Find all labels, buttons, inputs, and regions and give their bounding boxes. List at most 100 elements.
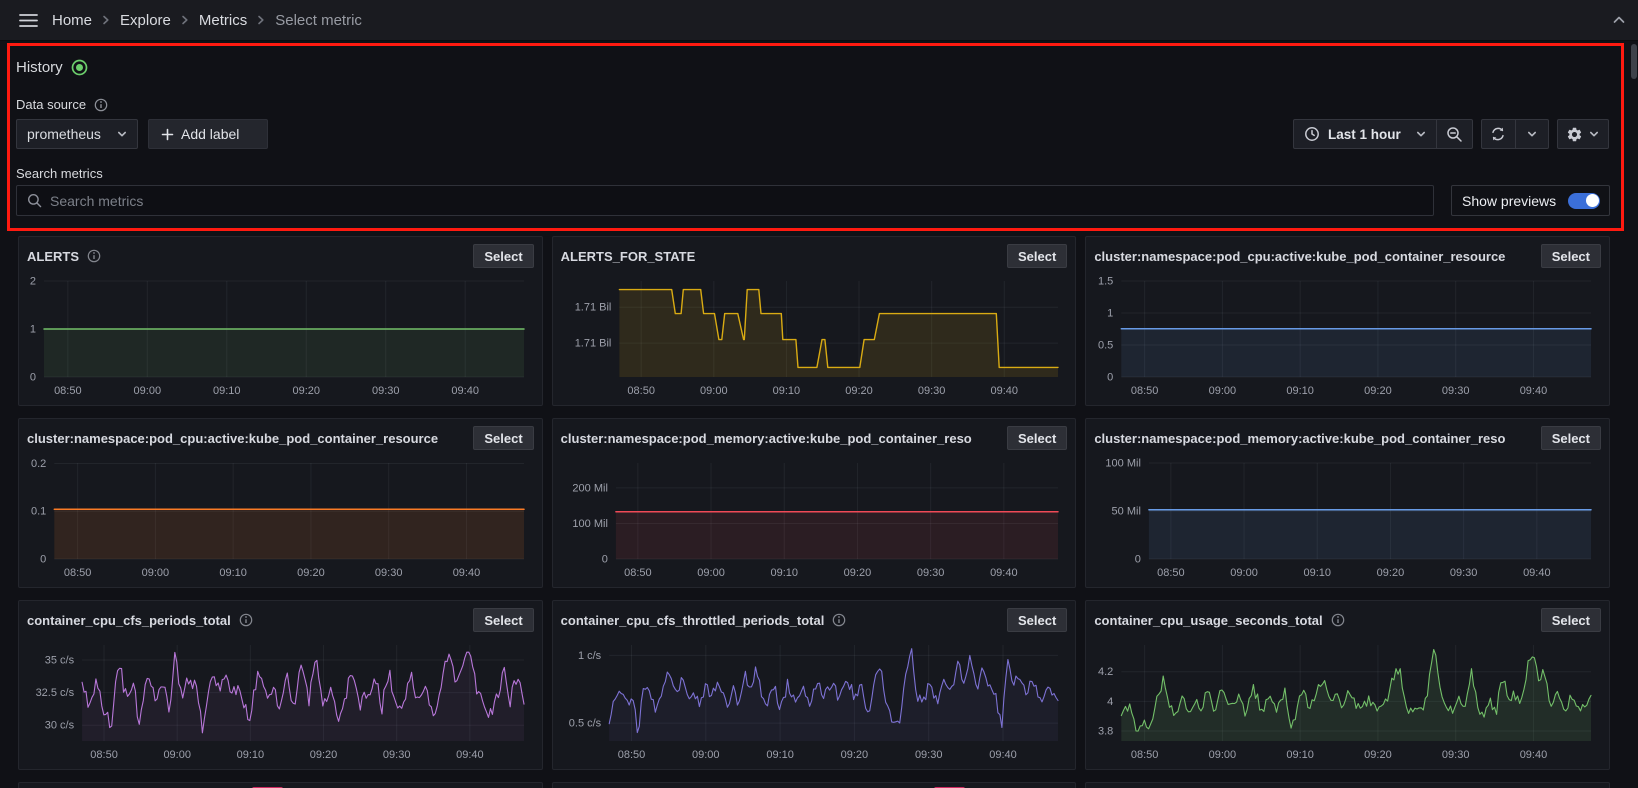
svg-text:09:40: 09:40 bbox=[990, 385, 1018, 397]
panel-title: ALERTS bbox=[27, 249, 79, 264]
settings-button[interactable] bbox=[1557, 119, 1609, 149]
top-nav-bar: Home Explore Metrics Select metric bbox=[0, 0, 1638, 41]
refresh-group bbox=[1481, 119, 1549, 149]
history-status-icon[interactable] bbox=[71, 59, 88, 76]
panel-header: ALERTS_FOR_STATE Select bbox=[553, 237, 1076, 268]
breadcrumb-home[interactable]: Home bbox=[52, 12, 92, 29]
metric-preview-chart: 08:5009:0009:1009:2009:3009:404.243.8 bbox=[1086, 635, 1609, 767]
select-button[interactable]: Select bbox=[1007, 244, 1067, 268]
svg-text:35 c/s: 35 c/s bbox=[45, 655, 75, 667]
svg-text:4.2: 4.2 bbox=[1098, 666, 1113, 678]
svg-text:09:00: 09:00 bbox=[692, 749, 720, 761]
svg-text:09:20: 09:20 bbox=[1377, 567, 1405, 579]
select-button[interactable]: Select bbox=[1007, 608, 1067, 632]
scrollbar-thumb[interactable] bbox=[1631, 44, 1637, 79]
zoom-out-time-button[interactable] bbox=[1437, 120, 1472, 148]
metric-panel: container_cpu_usage_seconds_total Select… bbox=[1085, 600, 1610, 770]
panel-title: cluster:namespace:pod_cpu:active:kube_po… bbox=[27, 431, 438, 446]
svg-text:1: 1 bbox=[30, 324, 36, 336]
show-previews-toggle[interactable] bbox=[1568, 193, 1600, 209]
svg-text:09:30: 09:30 bbox=[1442, 749, 1470, 761]
svg-text:09:00: 09:00 bbox=[142, 567, 170, 579]
metric-preview-chart: 08:5009:0009:1009:2009:3009:40200 Mil100… bbox=[553, 453, 1076, 585]
time-range-picker[interactable]: Last 1 hour bbox=[1294, 120, 1436, 148]
svg-text:2: 2 bbox=[30, 276, 36, 288]
grafana-metrics-select-page: {"nav":{"breadcrumbs":[{"label":"Home","… bbox=[0, 0, 1638, 788]
svg-text:0.5: 0.5 bbox=[1098, 340, 1113, 352]
select-button[interactable]: Select bbox=[1007, 426, 1067, 450]
svg-text:08:50: 08:50 bbox=[617, 749, 645, 761]
svg-text:09:40: 09:40 bbox=[453, 567, 481, 579]
info-icon[interactable] bbox=[832, 613, 846, 627]
svg-text:09:30: 09:30 bbox=[915, 749, 943, 761]
svg-text:09:20: 09:20 bbox=[1364, 385, 1392, 397]
svg-text:3.8: 3.8 bbox=[1098, 726, 1113, 738]
refresh-interval-dropdown[interactable] bbox=[1516, 120, 1549, 148]
svg-text:09:10: 09:10 bbox=[766, 749, 794, 761]
svg-text:32.5 c/s: 32.5 c/s bbox=[36, 687, 75, 699]
panel-title: ALERTS_FOR_STATE bbox=[561, 249, 696, 264]
panel-header: container_cpu_cfs_throttled_periods_tota… bbox=[553, 601, 1076, 632]
chevron-right-icon bbox=[256, 14, 266, 26]
svg-text:08:50: 08:50 bbox=[627, 385, 655, 397]
svg-text:4: 4 bbox=[1108, 696, 1114, 708]
breadcrumb-metrics[interactable]: Metrics bbox=[199, 12, 247, 29]
gear-icon bbox=[1566, 126, 1583, 143]
history-row: History bbox=[16, 59, 88, 76]
metric-panel: ALERTS_FOR_STATE Select 08:5009:0009:100… bbox=[552, 236, 1077, 406]
select-button[interactable]: Select bbox=[473, 244, 533, 268]
svg-text:09:40: 09:40 bbox=[456, 749, 484, 761]
svg-text:09:30: 09:30 bbox=[917, 567, 945, 579]
toggle-knob bbox=[1586, 194, 1599, 207]
breadcrumb-explore[interactable]: Explore bbox=[120, 12, 171, 29]
svg-text:100 Mil: 100 Mil bbox=[1106, 458, 1141, 470]
svg-text:09:40: 09:40 bbox=[1520, 385, 1548, 397]
metric-preview-chart: 08:5009:0009:1009:2009:3009:400.20.10 bbox=[19, 453, 542, 585]
select-button[interactable]: Select bbox=[473, 608, 533, 632]
info-icon[interactable] bbox=[239, 613, 253, 627]
panel-header: cluster:namespace:pod_cpu:active:kube_po… bbox=[1086, 237, 1609, 268]
svg-text:09:00: 09:00 bbox=[697, 567, 725, 579]
panel-header: container_cpu_cfs_periods_total Select bbox=[19, 601, 542, 632]
select-button[interactable]: Select bbox=[473, 426, 533, 450]
svg-text:100 Mil: 100 Mil bbox=[572, 518, 607, 530]
svg-text:200 Mil: 200 Mil bbox=[572, 482, 607, 494]
breadcrumb: Home Explore Metrics Select metric bbox=[52, 12, 362, 29]
svg-text:09:20: 09:20 bbox=[840, 749, 868, 761]
svg-text:09:40: 09:40 bbox=[451, 385, 479, 397]
add-label-button[interactable]: Add label bbox=[148, 119, 268, 149]
svg-text:09:10: 09:10 bbox=[770, 567, 798, 579]
svg-text:09:00: 09:00 bbox=[700, 385, 728, 397]
panel-title: container_cpu_cfs_periods_total bbox=[27, 613, 231, 628]
info-icon[interactable] bbox=[87, 249, 101, 263]
refresh-button[interactable] bbox=[1482, 120, 1515, 148]
select-button[interactable]: Select bbox=[1541, 426, 1601, 450]
svg-text:0: 0 bbox=[1135, 554, 1141, 566]
metric-preview-chart: 08:5009:0009:1009:2009:3009:40210 bbox=[19, 271, 542, 403]
search-icon bbox=[27, 193, 42, 208]
svg-text:09:40: 09:40 bbox=[1520, 749, 1548, 761]
svg-text:09:40: 09:40 bbox=[1523, 567, 1551, 579]
svg-text:09:30: 09:30 bbox=[383, 749, 411, 761]
query-controls-section: History Data source prometheus Add label bbox=[0, 42, 1638, 232]
select-button[interactable]: Select bbox=[1541, 608, 1601, 632]
svg-text:09:20: 09:20 bbox=[310, 749, 338, 761]
search-input[interactable] bbox=[50, 193, 1423, 209]
info-icon[interactable] bbox=[1331, 613, 1345, 627]
panel-title: cluster:namespace:pod_memory:active:kube… bbox=[1094, 431, 1505, 446]
svg-text:08:50: 08:50 bbox=[1131, 749, 1159, 761]
hamburger-icon bbox=[19, 13, 38, 28]
panel-header: cluster:namespace:pod_memory:active:kube… bbox=[553, 419, 1076, 450]
svg-text:09:10: 09:10 bbox=[237, 749, 265, 761]
svg-text:09:10: 09:10 bbox=[213, 385, 241, 397]
chevron-right-icon bbox=[180, 14, 190, 26]
svg-text:1 c/s: 1 c/s bbox=[578, 650, 602, 662]
info-icon[interactable] bbox=[94, 98, 108, 112]
svg-text:09:30: 09:30 bbox=[1450, 567, 1478, 579]
collapse-nav-button[interactable] bbox=[1610, 12, 1628, 30]
menu-toggle-button[interactable] bbox=[12, 4, 44, 36]
data-source-picker[interactable]: prometheus bbox=[16, 119, 138, 149]
metric-preview-chart: 08:5009:0009:1009:2009:3009:40100 Mil50 … bbox=[1086, 453, 1609, 585]
metric-panel: cluster:namespace:pod_cpu:active:kube_po… bbox=[1085, 236, 1610, 406]
select-button[interactable]: Select bbox=[1541, 244, 1601, 268]
